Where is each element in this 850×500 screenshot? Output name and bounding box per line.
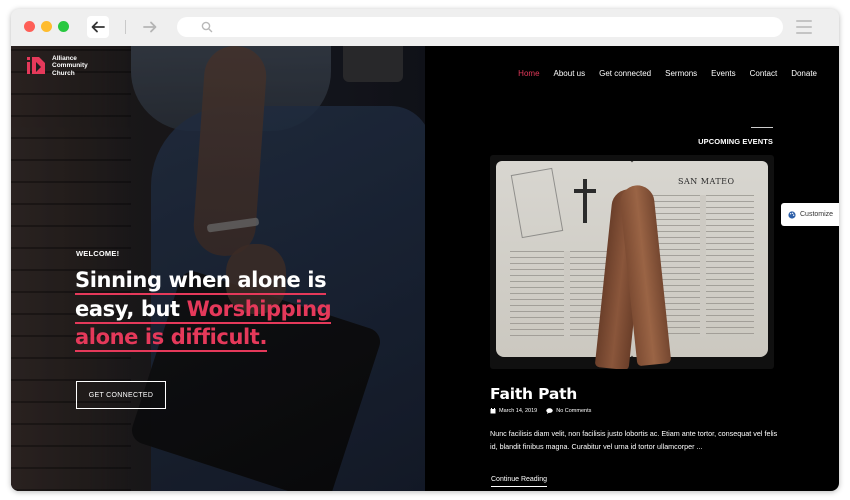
logo-line: Alliance [52,55,77,63]
palette-icon [788,210,796,219]
get-connected-button[interactable]: GET CONNECTED [76,381,166,409]
page-column-gap [700,195,706,337]
hero-eyebrow: WELCOME! [76,249,120,258]
nav-item-get-connected[interactable]: Get connected [599,69,651,78]
calendar-icon [490,408,496,414]
nav-item-home[interactable]: Home [518,69,539,78]
event-meta: March 14, 2019 No Comments [490,408,591,414]
page-illustration [510,167,564,239]
hamburger-icon [796,20,812,22]
event-excerpt: Nunc facilisis diam velit, non facilisis… [490,429,778,451]
search-icon [201,21,213,33]
minimize-window-button[interactable] [41,21,52,32]
maximize-window-button[interactable] [58,21,69,32]
nav-item-events[interactable]: Events [711,69,735,78]
upcoming-events-title: UPCOMING EVENTS [698,137,773,146]
hero-section: Alliance Community Church WELCOME! Sinni… [11,46,425,491]
event-image[interactable]: SAN MATEO [490,155,774,369]
comment-icon [546,408,553,414]
event-comments-text: No Comments [556,408,592,414]
nav-item-donate[interactable]: Donate [791,69,817,78]
logo-line: Church [52,69,75,77]
customize-label: Customize [800,211,834,218]
page-heading: SAN MATEO [678,177,735,186]
praying-hands [594,175,672,369]
logo-line: Community [52,62,88,70]
hamburger-icon-bar [796,32,812,34]
customize-button[interactable]: Customize [781,203,839,226]
event-date-text: March 14, 2019 [499,408,538,414]
headline-line-2: easy, but Worshipping [75,296,332,324]
browser-toolbar [11,9,839,46]
hero-headline: Sinning when alone is easy, but Worshipp… [75,266,375,352]
arrow-left-icon [91,21,105,33]
address-bar[interactable] [177,17,783,37]
headline-line-3: alone is difficult. [75,325,267,352]
hamburger-icon-bar [796,26,812,28]
forward-button[interactable] [139,16,161,38]
section-divider [751,127,773,128]
toolbar-separator [125,20,126,34]
site-logo[interactable]: Alliance Community Church [25,54,88,78]
close-window-button[interactable] [24,21,35,32]
page-viewport: Alliance Community Church WELCOME! Sinni… [11,46,839,491]
browser-window: Alliance Community Church WELCOME! Sinni… [11,9,839,491]
browser-menu-button[interactable] [796,20,812,34]
event-comments[interactable]: No Comments [546,408,591,414]
nav-item-contact[interactable]: Contact [750,69,778,78]
back-button[interactable] [87,16,109,38]
church-logo-icon [25,54,47,78]
headline-line-2-text: easy, but [75,296,187,321]
continue-reading-link[interactable]: Continue Reading [491,476,548,487]
headline-accent: Worshipping [186,296,332,321]
cross-icon [574,179,596,223]
event-date: March 14, 2019 [490,408,537,414]
headline-line-1: Sinning when alone is [75,268,327,295]
page-column-gap [564,251,570,337]
logo-text: Alliance Community Church [52,55,88,77]
nav-item-about[interactable]: About us [554,69,586,78]
event-title[interactable]: Faith Path [490,385,577,403]
nav-item-sermons[interactable]: Sermons [665,69,697,78]
main-navigation: Home About us Get connected Sermons Even… [518,69,817,78]
arrow-right-icon [143,21,157,33]
